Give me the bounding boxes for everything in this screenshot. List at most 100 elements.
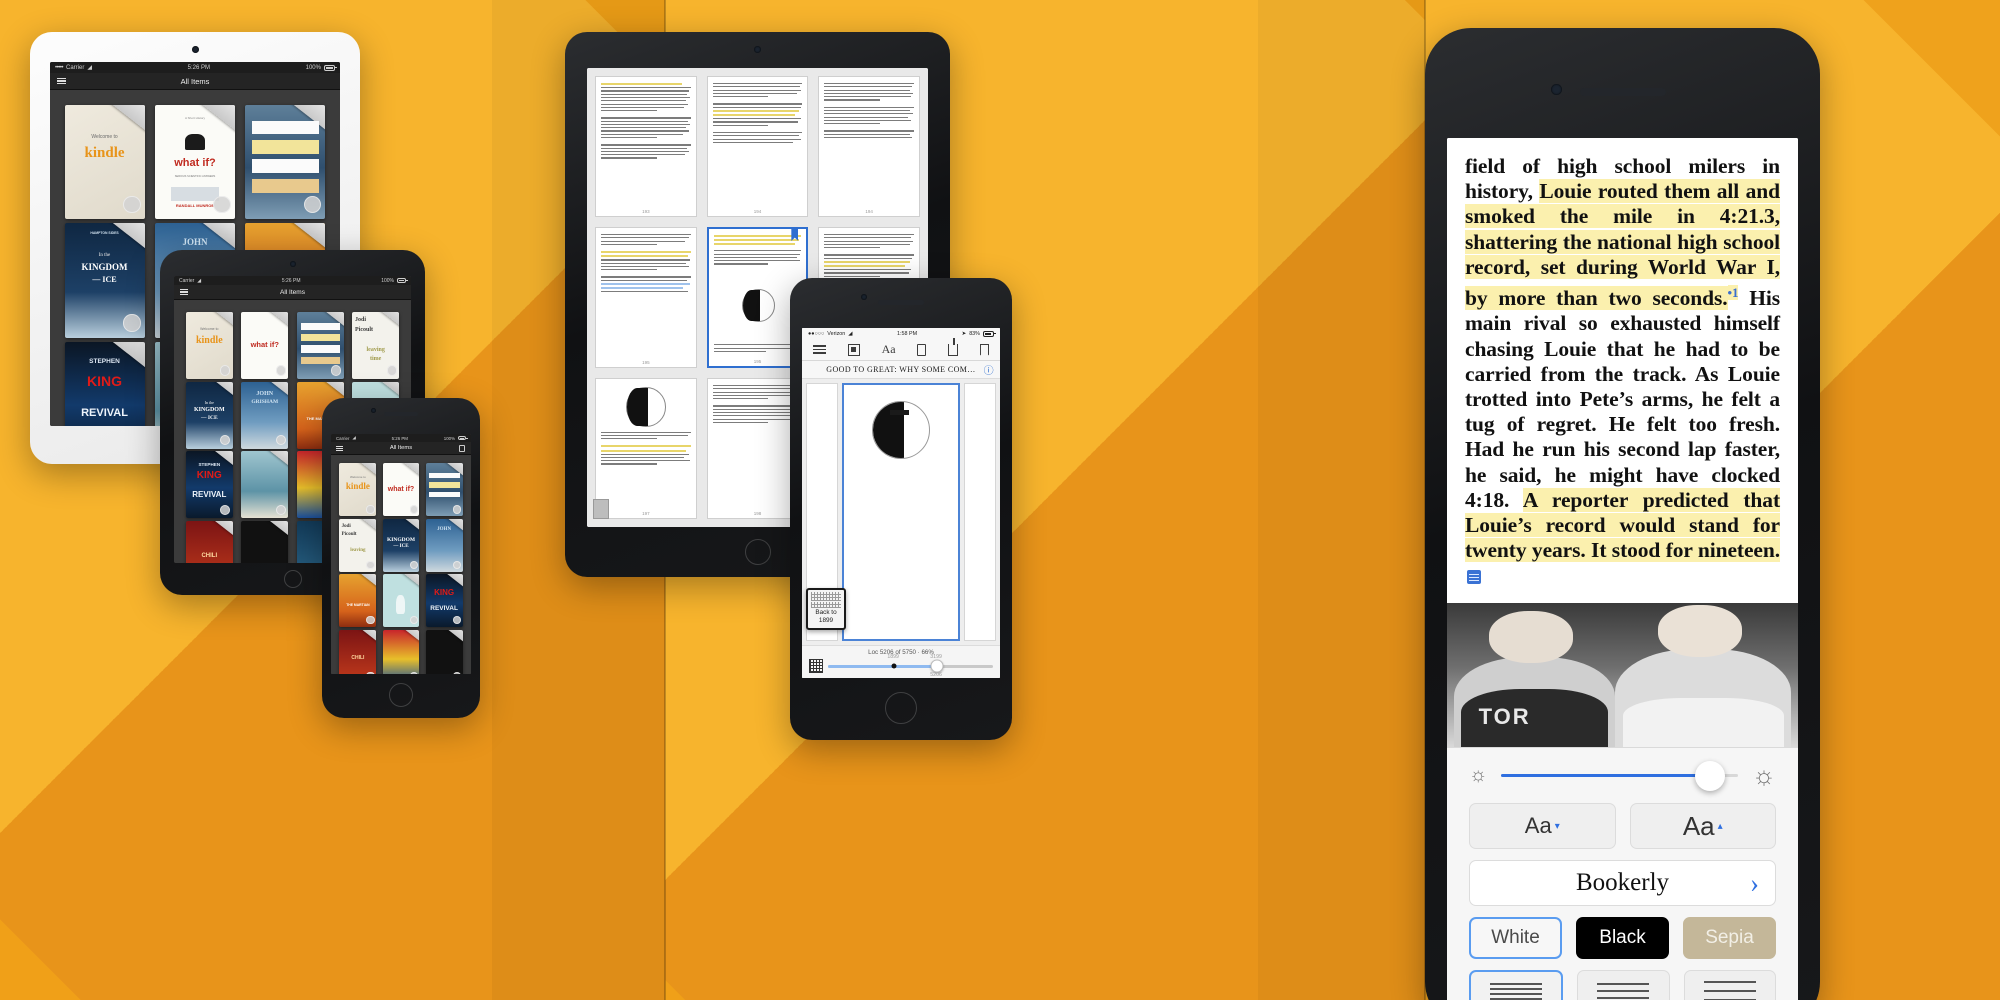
share-icon[interactable] <box>948 337 959 356</box>
back-to-label: Back to <box>815 609 837 616</box>
nav-bar: All Items <box>331 442 471 455</box>
page-grid-icon[interactable] <box>809 659 823 673</box>
book-cover[interactable] <box>425 463 463 517</box>
increase-font-button[interactable]: Aa ▴ <box>1629 803 1776 849</box>
back-to-button[interactable]: Back to 1899 <box>806 588 846 630</box>
page-thumb[interactable]: 193 <box>595 76 697 217</box>
signal-dots: ••••• <box>55 64 64 71</box>
progress-slider[interactable]: 1899 3199 5206 <box>809 654 993 678</box>
book-body-text: field of high school milers in history, … <box>1465 154 1780 589</box>
hamburger-icon[interactable] <box>336 445 343 451</box>
decrease-font-button[interactable]: Aa ▾ <box>1469 803 1616 849</box>
book-cover[interactable]: Welcome to kindle <box>185 311 233 379</box>
battery-icon <box>458 435 468 441</box>
hamburger-icon[interactable] <box>812 345 826 354</box>
book-cover[interactable]: Jodi Picoult leaving <box>339 518 377 572</box>
front-camera <box>191 46 199 53</box>
book-cover[interactable]: In the KINGDOM — ICE <box>185 381 233 449</box>
slider-track[interactable]: 1899 3199 5206 <box>828 654 993 678</box>
book-cover[interactable]: what if? <box>241 311 289 379</box>
slider-mark: 3199 <box>930 653 942 660</box>
book-author-2: KING <box>87 373 123 390</box>
earpiece-speaker <box>384 412 418 416</box>
book-cover[interactable]: JOHN <box>425 518 463 572</box>
book-cover[interactable] <box>241 451 289 519</box>
page-thumb[interactable]: 194 <box>706 76 809 217</box>
info-icon[interactable]: ⓘ <box>984 362 994 377</box>
book-cover[interactable]: CHILI <box>185 521 233 563</box>
library-icon[interactable] <box>847 343 860 356</box>
brightness-row[interactable]: ☼ ☼ <box>1469 760 1776 791</box>
book-cover[interactable] <box>382 574 420 628</box>
book-title: KINGDOM <box>81 262 128 273</box>
book-cover[interactable]: A Short History what if? SERIOUS SCIENTI… <box>154 104 236 219</box>
font-size-icon[interactable]: Aa <box>882 342 896 357</box>
page-thumb[interactable]: 197 <box>595 378 697 519</box>
book-cover[interactable]: KING REVIVAL <box>425 574 463 628</box>
book-cover[interactable]: CHILI <box>339 629 377 674</box>
page-thumb[interactable]: 195 <box>595 227 697 368</box>
iphone-reader-screen[interactable]: ●●○○○ Verizon ◢ 1:58 PM ➤ 83% Aa GOOD TO… <box>802 328 1000 678</box>
book-cover[interactable]: HAMPTON SIDES In the KINGDOM — ICE <box>64 223 145 338</box>
device-iphone-library: Carrier ◢ 5:26 PM 100% All Items Welcome … <box>322 398 480 718</box>
wifi-icon: ◢ <box>352 435 356 440</box>
body-part-plain-2: His main rival so exhausted himself chas… <box>1465 286 1780 512</box>
brightness-knob[interactable] <box>1694 760 1725 791</box>
home-button[interactable] <box>885 692 917 724</box>
page-current[interactable] <box>842 383 960 641</box>
book-cover[interactable]: JOHN GRISHAM <box>241 381 289 449</box>
footnote-marker[interactable]: •1 <box>1727 285 1738 301</box>
brightness-high-icon[interactable]: ☼ <box>1752 760 1776 791</box>
battery-percent: 100% <box>443 435 455 441</box>
book-cover[interactable]: Jodi Picoult leaving time <box>352 311 400 379</box>
theme-label: Black <box>1599 927 1646 948</box>
iphone-library-screen[interactable]: Carrier ◢ 5:26 PM 100% All Items Welcome … <box>331 434 471 674</box>
page-thumb[interactable]: 194 <box>818 76 920 217</box>
book-cover[interactable] <box>425 629 463 674</box>
typeface-button[interactable]: Bookerly › <box>1469 860 1776 906</box>
home-button[interactable] <box>389 683 413 707</box>
battery-percent: 83% <box>969 330 980 337</box>
line-spacing-row <box>1469 970 1776 1000</box>
earpiece-speaker <box>878 300 924 305</box>
book-cover[interactable]: what if? <box>382 463 420 517</box>
book-cover[interactable] <box>382 629 420 674</box>
theme-sepia-button[interactable]: Sepia <box>1683 917 1776 959</box>
home-button[interactable] <box>283 570 302 588</box>
book-cover[interactable]: Welcome to kindle <box>64 104 145 219</box>
line-spacing-loose-button[interactable] <box>1683 970 1776 1000</box>
book-cover[interactable]: THE MARTIAN <box>339 574 377 628</box>
battery-icon <box>982 330 996 337</box>
line-spacing-medium-button[interactable] <box>1577 970 1670 1000</box>
book-cover[interactable]: Welcome to kindle <box>339 463 377 517</box>
hamburger-icon[interactable] <box>180 289 188 295</box>
hamburger-icon[interactable] <box>57 77 66 85</box>
theme-black-button[interactable]: Black <box>1576 917 1669 959</box>
book-cover[interactable]: STEPHEN KING REVIVAL <box>185 451 233 519</box>
bookmark-icon[interactable] <box>980 343 990 356</box>
book-title-line1: In the <box>98 253 111 259</box>
line-spacing-tight-button[interactable] <box>1469 970 1564 1000</box>
book-cover[interactable] <box>245 104 326 219</box>
book-cover[interactable] <box>296 311 344 379</box>
note-icon[interactable] <box>1467 570 1481 585</box>
runner-left-head <box>1489 611 1574 664</box>
book-cover[interactable]: KINGDOM — ICE <box>382 518 420 572</box>
book-cover[interactable]: STEPHEN KING REVIVAL <box>64 342 145 426</box>
carrier-label: Carrier <box>179 277 195 284</box>
search-icon[interactable] <box>459 444 465 452</box>
book-body-area[interactable]: field of high school milers in history, … <box>1447 138 1798 599</box>
jersey-text: TOR <box>1478 703 1531 729</box>
nav-bar: All Items <box>50 73 340 90</box>
bookmark-dot[interactable] <box>891 663 897 669</box>
book-cover[interactable] <box>241 521 289 563</box>
book-title: REVIVAL <box>81 407 128 420</box>
theme-white-button[interactable]: White <box>1469 917 1562 959</box>
page-view-icon[interactable] <box>917 343 927 356</box>
page-grid-icon[interactable] <box>593 499 609 519</box>
page-next[interactable] <box>963 383 997 641</box>
brightness-low-icon[interactable]: ☼ <box>1469 764 1487 787</box>
brightness-track[interactable] <box>1501 760 1739 791</box>
iphone-settings-screen[interactable]: field of high school milers in history, … <box>1447 138 1798 1000</box>
home-button[interactable] <box>744 539 771 565</box>
